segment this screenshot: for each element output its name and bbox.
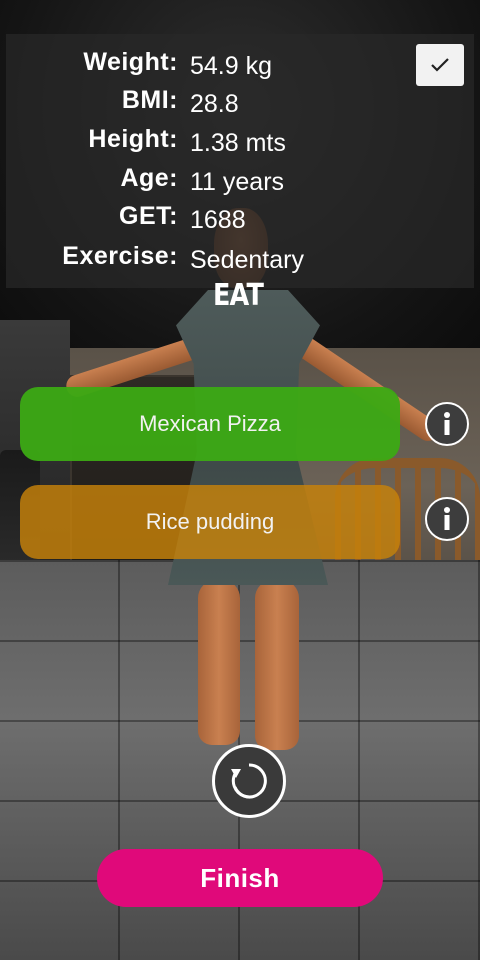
stat-row-height: Height: 1.38 mts (6, 125, 474, 161)
stat-label: BMI: (121, 86, 178, 114)
stat-label: Exercise: (62, 242, 178, 270)
stat-row-get: GET: 1688 (6, 202, 474, 238)
food-info-button[interactable] (425, 497, 469, 541)
character-right-leg (255, 580, 299, 750)
stat-value: 11 years (190, 168, 285, 196)
food-info-button[interactable] (425, 402, 469, 446)
stat-row-bmi: BMI: 28.8 (6, 86, 474, 122)
stat-value: 54.9 kg (190, 52, 273, 80)
section-title: EAT (212, 278, 264, 313)
stat-row-exercise: Exercise: Sedentary (6, 242, 474, 278)
finish-button[interactable]: Finish (97, 849, 383, 907)
stat-row-weight: Weight: 54.9 kg (6, 48, 474, 84)
confirm-button[interactable] (416, 44, 464, 86)
info-icon (444, 507, 450, 530)
stat-label: GET: (119, 202, 178, 230)
stat-label: Height: (88, 125, 178, 153)
stats-panel: Weight: 54.9 kg BMI: 28.8 Height: 1.38 m… (6, 34, 474, 288)
info-icon (444, 412, 450, 435)
stat-label: Age: (120, 164, 178, 192)
rotate-view-button[interactable] (212, 744, 286, 818)
food-option-button[interactable]: Rice pudding (20, 485, 400, 559)
stat-value: 1688 (190, 206, 246, 234)
food-option-button[interactable]: Mexican Pizza (20, 387, 400, 461)
stat-value: 28.8 (190, 90, 239, 118)
stat-row-age: Age: 11 years (6, 164, 474, 200)
rotate-icon (231, 763, 267, 799)
stat-value: Sedentary (190, 246, 304, 274)
stat-label: Weight: (83, 48, 178, 76)
check-icon (431, 58, 449, 72)
stat-value: 1.38 mts (190, 129, 286, 157)
character-left-leg (198, 580, 240, 745)
